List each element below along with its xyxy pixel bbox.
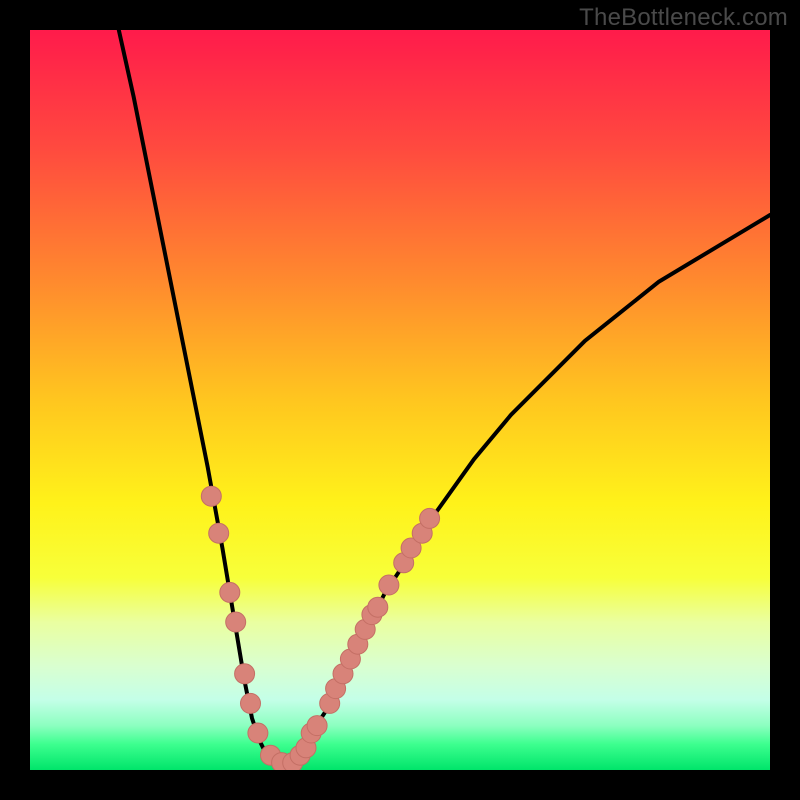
- data-marker: [379, 575, 399, 595]
- data-marker: [241, 693, 261, 713]
- data-marker: [201, 486, 221, 506]
- chart-frame: TheBottleneck.com: [0, 0, 800, 800]
- data-marker: [248, 723, 268, 743]
- data-marker: [368, 597, 388, 617]
- curve-left-branch: [119, 30, 274, 763]
- data-marker: [220, 582, 240, 602]
- data-marker: [307, 716, 327, 736]
- data-marker: [235, 664, 255, 684]
- data-marker: [209, 523, 229, 543]
- data-marker: [226, 612, 246, 632]
- watermark-text: TheBottleneck.com: [579, 4, 788, 32]
- bottleneck-curve: [30, 30, 770, 770]
- plot-area: [30, 30, 770, 770]
- data-marker: [420, 508, 440, 528]
